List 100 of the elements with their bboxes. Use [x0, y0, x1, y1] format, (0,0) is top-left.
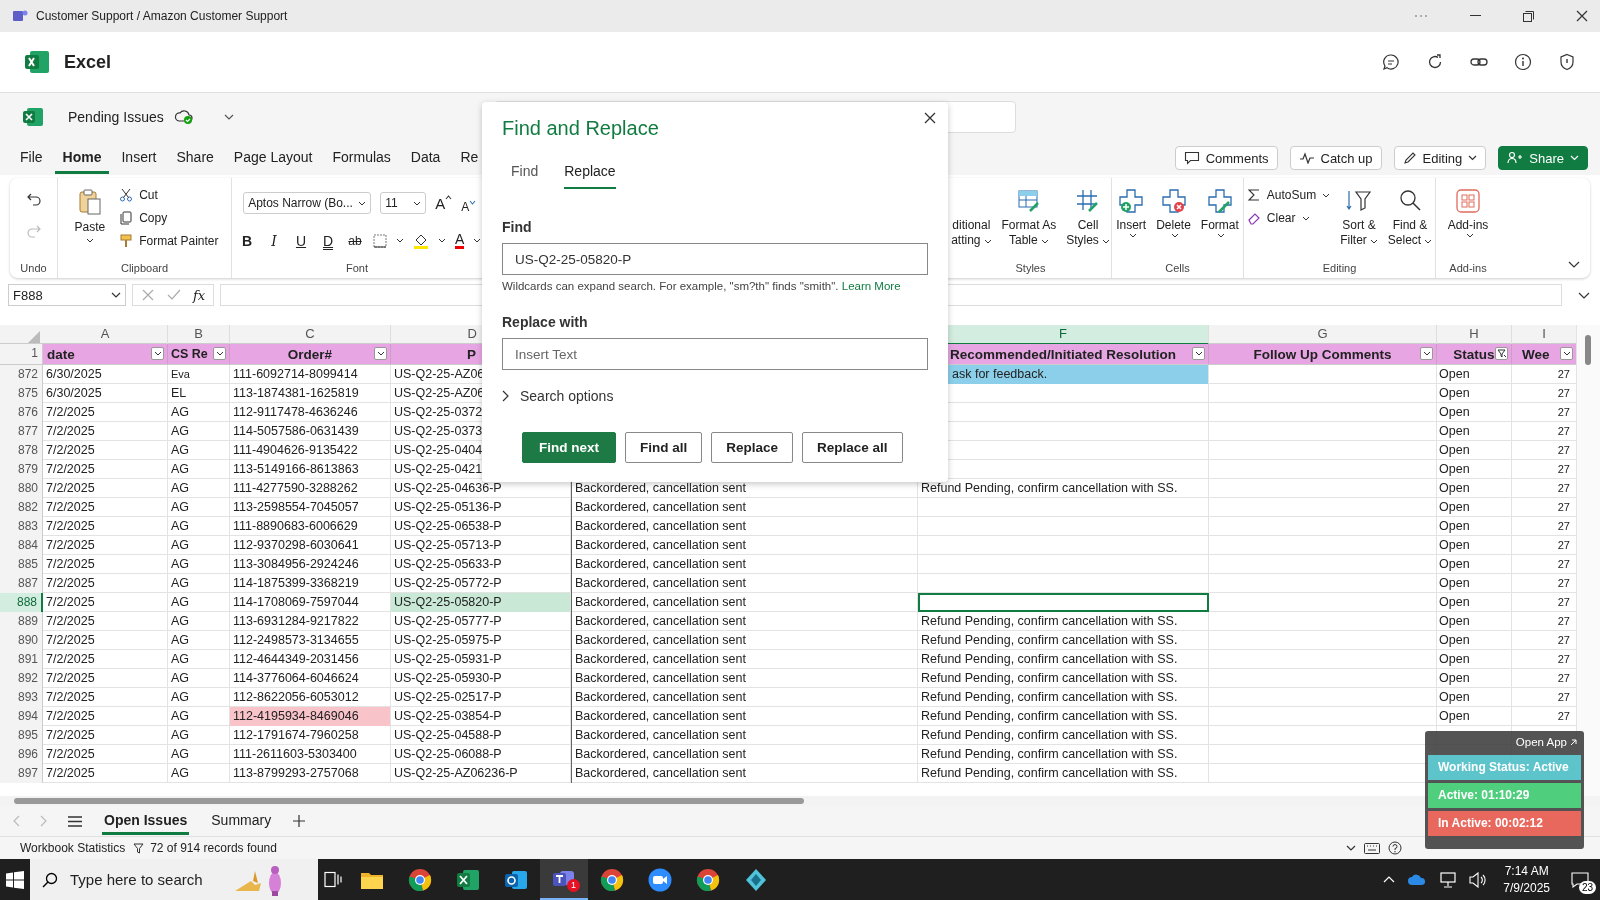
network-icon[interactable]: [1439, 871, 1458, 888]
dialog-button[interactable]: Replace all: [802, 432, 903, 463]
start-icon[interactable]: [6, 870, 24, 889]
add-icon[interactable]: [293, 815, 306, 827]
italic-button[interactable]: I: [265, 232, 283, 249]
ribbon-button[interactable]: ditional atting: [949, 184, 994, 252]
volume-icon[interactable]: [1469, 871, 1488, 888]
document-name[interactable]: Pending Issues: [68, 109, 164, 125]
chevron-down-icon[interactable]: [396, 238, 404, 243]
filter-button[interactable]: [1192, 347, 1205, 360]
menu-tab[interactable]: Share: [168, 142, 222, 174]
toolbar-button[interactable]: Comments: [1174, 146, 1278, 170]
dialog-tab[interactable]: Replace: [564, 163, 616, 189]
filter-button[interactable]: [213, 347, 226, 360]
font-family-dropdown[interactable]: Aptos Narrow (Bo...: [243, 192, 372, 214]
status-text[interactable]: Workbook Statistics: [20, 841, 126, 855]
vertical-scrollbar[interactable]: [1576, 325, 1600, 796]
sheet-tab[interactable]: Summary: [209, 807, 274, 835]
search-field[interactable]: Type here to search: [30, 859, 318, 900]
browser-icon[interactable]: [408, 867, 432, 892]
close-icon[interactable]: [1576, 10, 1588, 22]
chevron-down-icon[interactable]: [438, 238, 446, 243]
bold-button[interactable]: B: [238, 232, 256, 249]
expand-icon[interactable]: [1578, 291, 1590, 299]
menu-tab[interactable]: Home: [54, 142, 110, 174]
strikethrough-button[interactable]: ab: [346, 233, 364, 248]
learn-more-link[interactable]: Learn More: [841, 280, 901, 292]
font-color-button[interactable]: A: [455, 232, 465, 249]
fill-color-icon[interactable]: [413, 232, 429, 249]
filter-button[interactable]: [1495, 347, 1508, 360]
filter-button[interactable]: [374, 347, 387, 360]
double-underline-button[interactable]: D: [319, 232, 337, 249]
open-app-button[interactable]: Open App: [1511, 735, 1581, 752]
refresh-icon[interactable]: [1426, 53, 1444, 71]
add-ins-button[interactable]: Add-ins: [1445, 184, 1491, 242]
chevron-down-icon[interactable]: [223, 114, 234, 120]
spreadsheet-icon[interactable]: [456, 868, 480, 891]
ribbon-button[interactable]: Cut: [117, 186, 221, 204]
toolbar-button[interactable]: Catch up: [1289, 146, 1382, 170]
menu-tab[interactable]: Formulas: [324, 142, 399, 174]
cloud-icon[interactable]: [1407, 873, 1428, 886]
filter-button[interactable]: [1420, 347, 1433, 360]
insert-function-button[interactable]: fx: [193, 287, 206, 303]
name-box[interactable]: F888: [8, 284, 126, 306]
mail-icon[interactable]: [504, 868, 528, 891]
ribbon-button[interactable]: Clear: [1244, 209, 1333, 227]
dialog-button[interactable]: Find next: [522, 432, 616, 463]
undo-icon[interactable]: [25, 192, 42, 206]
font-size-dropdown[interactable]: 11: [380, 192, 427, 214]
ribbon-button[interactable]: Cell Styles: [1064, 184, 1112, 252]
close-icon[interactable]: [924, 112, 936, 124]
chevron-down-icon[interactable]: [473, 238, 482, 243]
menu-tab[interactable]: Data: [402, 142, 449, 174]
browser-icon[interactable]: [600, 867, 624, 892]
menu-tab[interactable]: Re: [452, 142, 487, 174]
info-icon[interactable]: [1514, 53, 1532, 71]
chevron-up-icon[interactable]: [1383, 876, 1396, 883]
table-cell: 112-4644349-2031456: [230, 650, 391, 669]
clock-date: 7/9/2025: [1503, 879, 1550, 897]
help-icon[interactable]: [1388, 841, 1402, 855]
menu-tab[interactable]: Insert: [113, 142, 165, 174]
dialog-button[interactable]: Replace: [711, 432, 794, 463]
ribbon-button[interactable]: Delete: [1154, 184, 1193, 242]
underline-button[interactable]: U: [292, 232, 310, 249]
menu-tab[interactable]: Page Layout: [225, 142, 321, 174]
video-icon[interactable]: [648, 867, 672, 892]
browser-icon[interactable]: [696, 867, 720, 892]
ribbon-button[interactable]: AutoSum: [1244, 186, 1333, 204]
chevron-down-icon[interactable]: [1346, 845, 1356, 851]
ribbon-button[interactable]: Format As Table: [999, 184, 1059, 252]
shield-icon[interactable]: [1558, 53, 1576, 71]
horizontal-scrollbar[interactable]: [14, 798, 804, 804]
ribbon-button[interactable]: Format: [1198, 184, 1241, 242]
toolbar-button[interactable]: Editing: [1393, 146, 1487, 170]
find-input[interactable]: US-Q2-25-05820-P: [502, 243, 928, 275]
toolbar-button[interactable]: Share: [1498, 146, 1588, 170]
ribbon-button[interactable]: Find & Select: [1385, 184, 1435, 252]
ribbon-button[interactable]: Sort & Filter: [1338, 184, 1380, 252]
ribbon-button[interactable]: Insert: [1114, 184, 1149, 242]
ribbon-button[interactable]: Format Painter: [117, 232, 221, 250]
filter-button[interactable]: [1560, 347, 1573, 360]
shrink-font-button[interactable]: A: [461, 200, 477, 214]
paste-button[interactable]: Paste: [68, 184, 112, 247]
dialog-tab[interactable]: Find: [511, 163, 539, 189]
dialog-button[interactable]: Find all: [625, 432, 703, 463]
menu-tab[interactable]: File: [12, 142, 51, 174]
diamond-icon[interactable]: [744, 867, 768, 892]
replace-input[interactable]: Insert Text: [502, 338, 928, 370]
menu-icon[interactable]: [68, 815, 82, 827]
minimize-icon[interactable]: [1470, 15, 1481, 17]
keyboard-icon[interactable]: [1364, 842, 1380, 854]
grow-font-button[interactable]: A: [435, 194, 453, 212]
restore-icon[interactable]: [1523, 10, 1534, 22]
notifications-button[interactable]: 23: [1560, 859, 1600, 900]
ribbon-button[interactable]: Copy: [117, 209, 221, 227]
filter-button[interactable]: [151, 347, 164, 360]
borders-icon[interactable]: [373, 233, 387, 248]
collapse-ribbon-icon[interactable]: [1568, 261, 1580, 268]
chat-icon[interactable]: [1382, 53, 1400, 71]
check-icon[interactable]: [167, 288, 181, 302]
